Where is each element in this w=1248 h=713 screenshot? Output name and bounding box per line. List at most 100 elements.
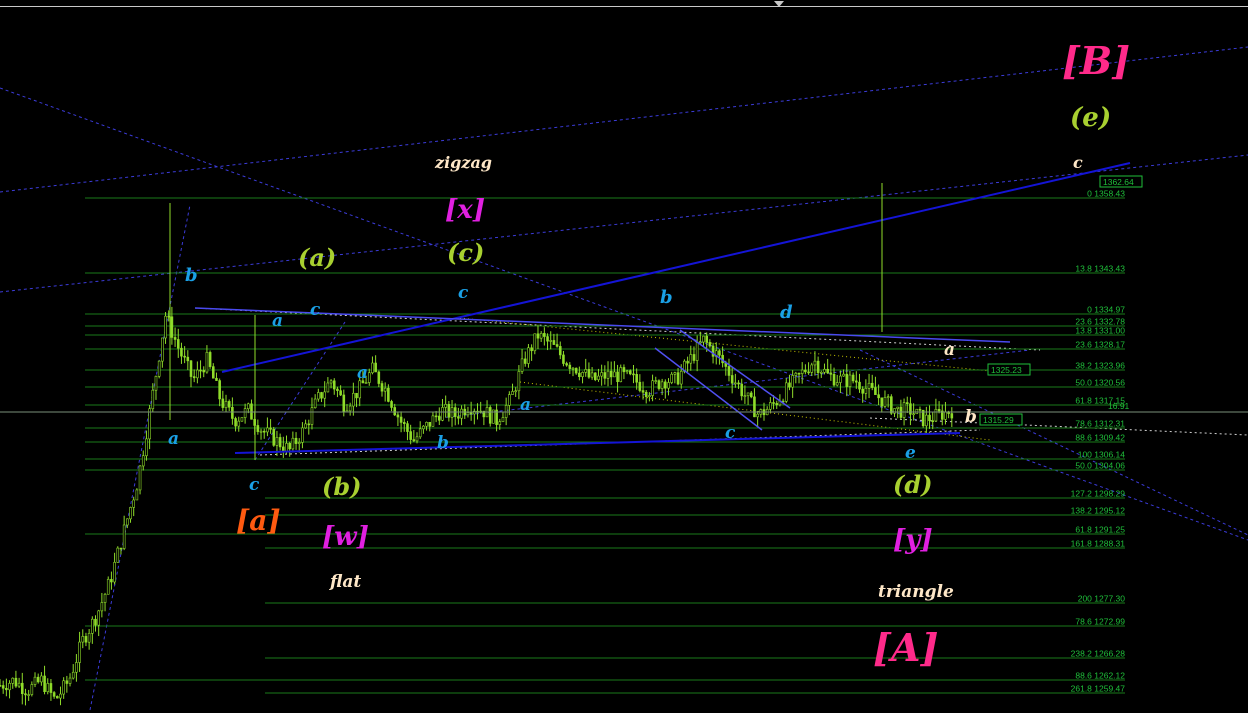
candle-body <box>648 395 651 397</box>
candle-body <box>425 421 428 427</box>
candle-body <box>909 403 912 415</box>
candle-body <box>498 421 502 425</box>
solid-trendline <box>234 432 961 454</box>
candle-body <box>282 446 285 452</box>
candle-body <box>30 684 34 695</box>
wave-label-e-cyan: e <box>905 443 916 463</box>
candle-body <box>877 394 880 399</box>
candle-body <box>14 677 18 687</box>
candle-body <box>211 366 215 379</box>
candle-body <box>673 372 677 375</box>
candle-body <box>87 633 91 643</box>
candle-body <box>832 374 836 386</box>
candle-body <box>749 392 753 398</box>
fib-level-label: 88.6 1309.42 <box>1075 433 1125 443</box>
fib-level-label: 13.8 1343.43 <box>1075 264 1125 274</box>
candle-body <box>807 371 810 374</box>
candle-body <box>912 413 915 416</box>
wave-label-b-cyan-low: b <box>437 433 449 453</box>
candle-body <box>921 409 925 427</box>
candle-body <box>94 618 97 626</box>
candle-body <box>317 392 320 400</box>
wave-labels: [B] (e) c zigzag [x] (c) (a) b a c c a b… <box>168 38 1130 670</box>
candle-body <box>641 390 645 393</box>
candle-body <box>670 373 673 383</box>
candle-body <box>826 368 829 374</box>
candle-body <box>355 392 358 399</box>
candle-body <box>164 315 167 339</box>
candle-body <box>597 375 600 381</box>
candle-body <box>558 346 562 356</box>
candle-body <box>845 373 849 387</box>
candle-body <box>377 371 381 384</box>
candle-body <box>122 524 126 549</box>
wave-label-a-cyan-mid: a <box>357 363 368 383</box>
candle-body <box>893 408 896 414</box>
price-chart[interactable]: 0 1358.4313.8 1343.430 1334.9723.6 1332.… <box>0 0 1248 713</box>
fib-level-label: 100 1306.14 <box>1078 450 1126 460</box>
fib-level-label: 38.2 1323.96 <box>1075 361 1125 371</box>
candle-body <box>138 465 142 491</box>
dashed-channel-line <box>0 46 1248 193</box>
candle-body <box>867 382 871 389</box>
candle-body <box>247 403 250 409</box>
candle-body <box>581 372 584 378</box>
candle-body <box>402 422 406 424</box>
candle-body <box>17 682 21 687</box>
candle-body <box>71 671 75 679</box>
candle-body <box>294 437 298 444</box>
candle-body <box>800 369 804 374</box>
candle-body <box>8 683 11 691</box>
candle-body <box>523 358 527 364</box>
candle-body <box>950 413 954 419</box>
candle-body <box>699 341 702 344</box>
fib-level-label: 261.8 1259.47 <box>1071 684 1126 694</box>
wave-label-b-paren: (b) <box>322 472 362 501</box>
candle-body <box>574 367 578 374</box>
candle-body <box>603 372 607 379</box>
candle-body <box>883 397 887 407</box>
candle-body <box>33 676 37 685</box>
candle-body <box>861 388 864 394</box>
candle-body <box>412 439 416 442</box>
candle-body <box>613 371 616 378</box>
candle-body <box>167 315 171 318</box>
candle-body <box>106 579 110 595</box>
candle-body <box>243 408 247 418</box>
candle-body <box>794 372 798 376</box>
candle-body <box>116 547 120 563</box>
candle-body <box>186 356 190 362</box>
wave-label-c-cyan-small: c <box>310 300 321 320</box>
candle-body <box>215 377 218 381</box>
candle-body <box>320 392 323 399</box>
candle-body <box>262 430 266 433</box>
candle-body <box>839 375 842 383</box>
candle-body <box>49 683 53 693</box>
candle-body <box>702 335 705 343</box>
candle-body <box>651 380 654 396</box>
candle-body <box>740 383 744 397</box>
candle-body <box>931 420 935 423</box>
candle-body <box>342 394 346 412</box>
candle-body <box>944 411 947 420</box>
candle-body <box>457 416 460 419</box>
candle-body <box>578 372 581 378</box>
candle-body <box>27 694 30 696</box>
wave-label-a-cyan-lowleft: a <box>168 429 179 449</box>
wave-label-triangle: triangle <box>878 582 954 602</box>
candle-body <box>183 355 186 358</box>
candle-body <box>635 374 638 383</box>
candle-body <box>870 382 874 388</box>
candle-body <box>819 372 823 374</box>
candle-body <box>555 344 559 347</box>
candle-body <box>644 391 648 397</box>
candle-body <box>132 499 135 508</box>
fib-level-label: 88.6 1262.12 <box>1075 671 1125 681</box>
candle-body <box>84 636 88 643</box>
wave-label-d-cyan: d <box>780 302 793 323</box>
candle-body <box>590 372 594 378</box>
candle-body <box>336 388 339 391</box>
candle-body <box>934 408 938 422</box>
candle-body <box>851 374 855 382</box>
candle-body <box>501 417 505 423</box>
